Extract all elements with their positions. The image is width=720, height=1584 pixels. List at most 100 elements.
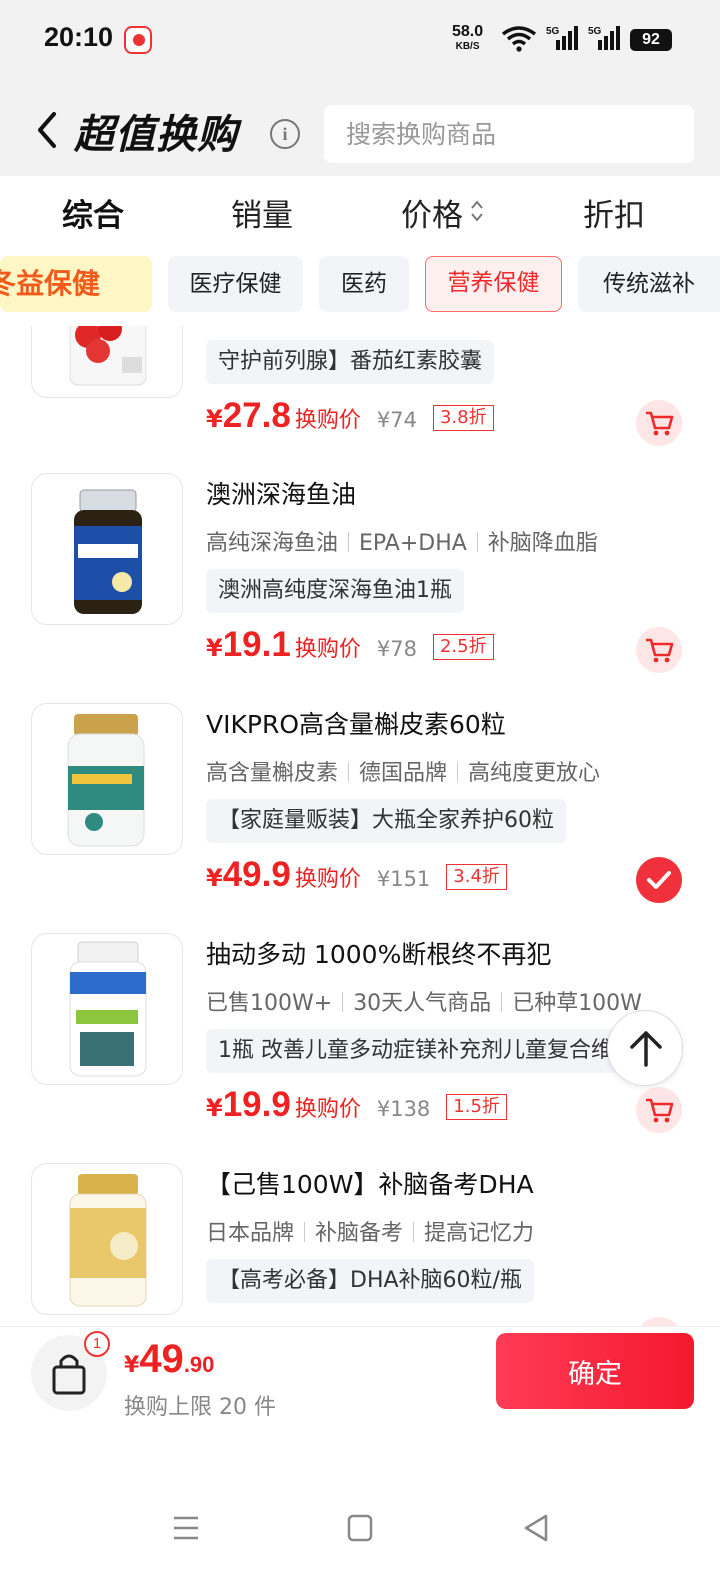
discount-badge: 1.5折 <box>446 1094 507 1120</box>
price-row: ¥19.9 换购价 ¥138 1.5折 <box>206 1085 507 1129</box>
product-promo: 守护前列腺】番茄红素胶囊 <box>206 340 495 384</box>
search-input[interactable] <box>324 105 694 163</box>
product-tags: 高纯深海鱼油 EPA+DHA 补脑降血脂 <box>206 525 598 557</box>
product-image <box>31 326 183 398</box>
product-name: 抽动多动 1000%断根终不再犯 <box>206 940 552 969</box>
category-chip-3[interactable]: 营养保健 <box>425 256 562 312</box>
network-speed-value: 58.0 <box>452 23 484 40</box>
bottom-bar: 1 ¥49.90 换购上限 20 件 确定 <box>0 1326 720 1426</box>
back-triangle-icon[interactable] <box>516 1510 556 1546</box>
product-tag: 高纯度更放心 <box>468 761 601 786</box>
exchange-price: 49.9 <box>222 855 291 894</box>
currency-symbol: ¥ <box>206 1094 223 1122</box>
product-tag: 日本品牌 <box>206 1221 295 1246</box>
product-name: VIKPRO高含量槲皮素60粒 <box>206 710 506 739</box>
info-icon[interactable]: i <box>270 119 300 149</box>
svg-text:5G: 5G <box>546 26 560 37</box>
list-item[interactable]: 【己售100W】补脑备考DHA 日本品牌 补脑备考 提高记忆力 【高考必备】DHA补… <box>0 1163 720 1326</box>
product-image <box>31 703 183 855</box>
product-tag: 德国品牌 <box>359 761 448 786</box>
product-tag: 高纯深海鱼油 <box>206 531 339 556</box>
currency-symbol: ¥ <box>206 405 223 433</box>
product-name: 【己售100W】补脑备考DHA <box>206 1170 534 1199</box>
category-tabs: 冬益保健 医疗保健 医药 营养保健 传统滋补 <box>0 256 720 314</box>
exchange-price: 19.1 <box>222 625 291 664</box>
discount-badge: 2.5折 <box>432 634 494 660</box>
home-square-icon[interactable] <box>340 1510 380 1546</box>
product-tag: 30天人气商品 <box>353 991 492 1016</box>
menu-icon[interactable] <box>166 1510 206 1546</box>
add-to-cart-button[interactable] <box>636 1317 682 1326</box>
sort-tab-discount[interactable]: 折扣 <box>583 190 645 235</box>
price-row: ¥19.1 换购价 ¥78 2.5折 <box>206 625 494 669</box>
list-item[interactable]: 澳洲深海鱼油 高纯深海鱼油 EPA+DHA 补脑降血脂 澳洲高纯度深海鱼油1瓶 ¥1… <box>0 473 720 683</box>
scroll-to-top-button[interactable] <box>607 1010 683 1086</box>
sort-tab-sales[interactable]: 销量 <box>231 190 293 235</box>
sort-tab-comprehensive[interactable]: 综合 <box>62 190 124 235</box>
product-tag: 补脑降血脂 <box>487 531 598 556</box>
currency-symbol: ¥ <box>206 634 223 662</box>
product-promo: 【高考必备】DHA补脑60粒/瓶 <box>206 1259 534 1303</box>
exchange-price: 19.9 <box>222 1085 291 1124</box>
bag-count-badge: 1 <box>84 1331 110 1357</box>
quercetin-bottle-icon <box>67 714 145 847</box>
price-row: ¥27.8 换购价 ¥74 3.8折 <box>206 396 494 440</box>
sort-tab-price[interactable]: 价格 <box>401 190 463 235</box>
selected-check-button[interactable] <box>636 857 682 903</box>
network-speed-unit: KB/S <box>455 41 480 52</box>
discount-badge: 3.4折 <box>446 864 507 890</box>
product-promo: 【家庭量贩装】大瓶全家养护60粒 <box>206 799 566 843</box>
exchange-limit: 换购上限 20 件 <box>124 1395 276 1420</box>
page-header: 超值换购 i <box>0 80 720 176</box>
exchange-price-label: 换购价 <box>294 408 361 433</box>
product-list: 守护前列腺】番茄红素胶囊 ¥27.8 换购价 ¥74 3.8折 澳洲深海鱼油 高纯深海… <box>0 326 720 1326</box>
product-image <box>31 1163 183 1315</box>
price-row: ¥49.9 换购价 ¥151 3.4折 <box>206 855 507 899</box>
network-speed: 58.0 KB/S <box>452 24 483 54</box>
list-item[interactable]: VIKPRO高含量槲皮素60粒 高含量槲皮素 德国品牌 高纯度更放心 【家庭量贩装】… <box>0 703 720 913</box>
checkmark-icon <box>647 871 671 889</box>
dha-bottle-icon <box>69 1174 147 1307</box>
system-nav-bar <box>0 1470 720 1584</box>
add-to-cart-button[interactable] <box>636 400 682 446</box>
battery-indicator: 92 <box>630 29 672 51</box>
product-tag: 提高记忆力 <box>424 1221 535 1246</box>
back-arrow-icon[interactable] <box>30 110 64 150</box>
wifi-icon <box>501 26 537 52</box>
supplement-bottle-icon <box>69 326 147 386</box>
add-to-cart-button[interactable] <box>636 627 682 673</box>
product-tags: 高含量槲皮素 德国品牌 高纯度更放心 <box>206 755 600 787</box>
exchange-price-label: 换购价 <box>294 867 361 892</box>
total-price-integer: 49 <box>139 1337 184 1381</box>
search-box[interactable] <box>324 105 694 163</box>
exchange-price: 27.8 <box>222 396 291 435</box>
product-image <box>31 933 183 1085</box>
category-chip-1[interactable]: 医疗保健 <box>168 256 303 312</box>
product-tag: 高含量槲皮素 <box>206 761 339 786</box>
original-price: ¥138 <box>376 1097 431 1121</box>
arrow-up-icon <box>630 1031 662 1067</box>
confirm-button[interactable]: 确定 <box>496 1333 694 1409</box>
category-chip-0[interactable]: 冬益保健 <box>0 256 152 312</box>
original-price: ¥151 <box>376 867 431 891</box>
original-price: ¥74 <box>376 408 417 432</box>
status-time: 20:10 <box>44 22 114 52</box>
app-notification-icon <box>124 26 152 54</box>
product-name: 澳洲深海鱼油 <box>206 480 357 509</box>
product-promo: 澳洲高纯度深海鱼油1瓶 <box>206 569 464 613</box>
status-bar: 20:10 58.0 KB/S 5G 5G 92 <box>0 0 720 80</box>
total-price: ¥49.90 <box>124 1337 214 1382</box>
category-chip-4[interactable]: 传统滋补 <box>578 256 720 312</box>
category-chip-2[interactable]: 医药 <box>319 256 409 312</box>
add-to-cart-button[interactable] <box>636 1087 682 1133</box>
signal-5g-icon: 5G <box>546 26 578 50</box>
original-price: ¥78 <box>376 637 417 661</box>
product-tag: 已售100W+ <box>206 991 333 1016</box>
product-tag: EPA+DHA <box>359 531 467 556</box>
cart-icon <box>646 638 674 663</box>
page-title: 超值换购 <box>74 112 238 158</box>
currency-symbol: ¥ <box>124 1353 140 1378</box>
sort-bar: 综合 销量 价格 折扣 <box>0 176 720 246</box>
exchange-price-label: 换购价 <box>294 1097 361 1122</box>
list-item[interactable]: 守护前列腺】番茄红素胶囊 ¥27.8 换购价 ¥74 3.8折 <box>0 326 720 456</box>
